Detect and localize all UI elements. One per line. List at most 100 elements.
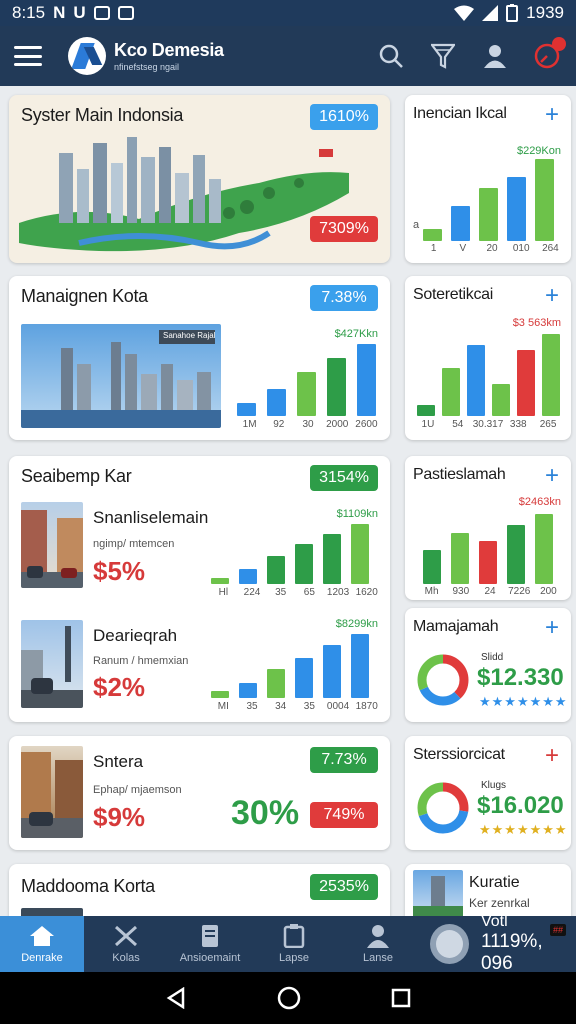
chart-bar (417, 405, 435, 416)
chart-bar (323, 534, 341, 584)
chart-bar (507, 177, 526, 241)
back-icon[interactable] (165, 987, 187, 1009)
percent-badge: 749% (310, 802, 378, 828)
x-tick-label: 20 (486, 243, 498, 254)
wifi-icon (454, 5, 475, 21)
value-label: $427Kkn (334, 328, 378, 340)
card-system-main[interactable]: Syster Main Indonsia 1610% 7309% (9, 95, 390, 263)
x-tick-label: 1203 (326, 587, 350, 598)
x-tick-label: 1620 (355, 587, 378, 598)
chart-bar (423, 550, 441, 584)
value-label: $2463kn (518, 496, 561, 508)
add-icon[interactable]: + (545, 284, 559, 308)
percent-badge: 7.38% (310, 285, 378, 311)
card-title: Inencian Ikcal (413, 105, 507, 122)
card-soteretikcai[interactable]: Soteretikcai + $3 563km 1U 54 30.317 338 265 (405, 276, 571, 440)
rating-stars: ★★★★★★★ (479, 694, 568, 709)
add-icon[interactable]: + (545, 744, 559, 768)
chart-bar (239, 683, 257, 698)
item-title: Snanliselemain (93, 508, 209, 527)
search-icon[interactable] (376, 41, 406, 71)
system-nav (0, 972, 576, 1024)
nav-label: Ansioemaint (179, 952, 241, 964)
notification-badge (552, 37, 566, 51)
stat-value: $16.020 (477, 792, 564, 819)
donut-chart (417, 782, 469, 834)
x-tick-label: 30.317 (472, 419, 504, 430)
bottom-nav: Denrake Kolas Ansioemaint Lapse Lanse Vo… (0, 913, 576, 974)
x-tick-label: 2000 (326, 419, 349, 430)
app-logo (68, 37, 106, 75)
x-tick-label: V (459, 243, 467, 254)
item-title: Dearieqrah (93, 626, 178, 645)
card-title: Syster Main Indonsia (21, 105, 184, 125)
chart-bar (542, 334, 560, 416)
bar-chart (211, 632, 369, 698)
card-seaibemp-kar[interactable]: Seaibemp Kar 3154% Snanliselemain ngimp/… (9, 456, 390, 722)
street-photo (21, 502, 83, 588)
chart-bar (295, 658, 313, 698)
chart-bar (239, 569, 257, 584)
user-icon (367, 925, 389, 948)
card-sntera[interactable]: Sntera Ephap/ mjaemson $9% 30% 7.73% 749… (9, 736, 390, 850)
add-icon[interactable]: + (545, 464, 559, 488)
city-map-illustration (19, 137, 349, 252)
document-icon (202, 925, 218, 947)
bar-chart (417, 332, 560, 416)
card-manaignen-kota[interactable]: Manaignen Kota 7.38% Sanahoe Rajal $427K… (9, 276, 390, 440)
card-inencian[interactable]: Inencian Ikcal + $229Kon a 1 V 20 010 264 (405, 95, 571, 263)
chart-bar (492, 384, 510, 416)
add-icon[interactable]: + (545, 616, 559, 640)
nav-item-home[interactable]: Denrake (0, 916, 84, 972)
chart-bar (479, 188, 498, 241)
signal-icon (482, 5, 499, 21)
x-tick-label: 264 (542, 243, 559, 254)
notification-icon[interactable] (532, 37, 566, 71)
chart-bar (297, 372, 316, 416)
card-mamajamah[interactable]: Mamajamah + Slidd $12.330 ★★★★★★★ (405, 608, 571, 722)
card-maddooma-korta[interactable]: Maddooma Korta 2535% (9, 864, 390, 924)
x-tick-label: 0004 (326, 701, 350, 712)
card-sterssiorcicat[interactable]: Sterssiorcicat + Klugs $16.020 ★★★★★★★ (405, 736, 571, 850)
nav-item-user[interactable]: Lanse (336, 916, 420, 972)
x-tick-label: 224 (243, 587, 261, 598)
chart-bar (517, 350, 535, 416)
rating-stars: ★★★★★★★ (479, 822, 568, 837)
filter-icon[interactable] (428, 41, 458, 71)
nav-item-documents[interactable]: Ansioemaint (168, 916, 252, 972)
x-tick-label: 200 (540, 586, 557, 597)
recents-icon[interactable] (391, 988, 411, 1008)
chart-bar (267, 556, 285, 584)
chart-bar (451, 206, 470, 241)
card-pastieslamah[interactable]: Pastieslamah + $2463kn Mh 930 24 7226 200 (405, 456, 571, 600)
stat-caption: Slidd (481, 652, 504, 663)
chart-bar (351, 634, 369, 698)
bar-chart (237, 342, 376, 416)
card-title: Pastieslamah (413, 466, 506, 483)
x-tick-label: 265 (539, 419, 557, 430)
add-icon[interactable]: + (545, 103, 559, 127)
nav-item-tools[interactable]: Kolas (84, 916, 168, 972)
chart-bar (442, 368, 460, 416)
nav-item-clipboard[interactable]: Lapse (252, 916, 336, 972)
home-button-icon[interactable] (277, 986, 301, 1010)
stat-value: $12.330 (477, 664, 564, 691)
x-tick-label: Hl (218, 587, 229, 598)
x-tick-label: 54 (452, 419, 464, 430)
home-icon (30, 926, 54, 946)
y-tick: a (413, 219, 420, 231)
chart-bar (357, 344, 376, 416)
bar-chart (423, 157, 554, 241)
profile-icon[interactable] (480, 41, 510, 71)
x-tick-label: 010 (512, 243, 530, 254)
nav-label: Lanse (363, 952, 393, 964)
item-percent: $5% (93, 556, 146, 586)
notification-glyph: N (53, 3, 66, 22)
menu-icon[interactable] (14, 46, 42, 66)
status-bar: 8:15 N U 1939 (0, 0, 576, 26)
x-tick-label: 65 (303, 587, 315, 598)
clipboard-icon (283, 924, 305, 948)
percent-badge: 1610% (310, 104, 378, 130)
mini-badge: ## (549, 924, 566, 936)
x-tick-label: 930 (452, 586, 470, 597)
